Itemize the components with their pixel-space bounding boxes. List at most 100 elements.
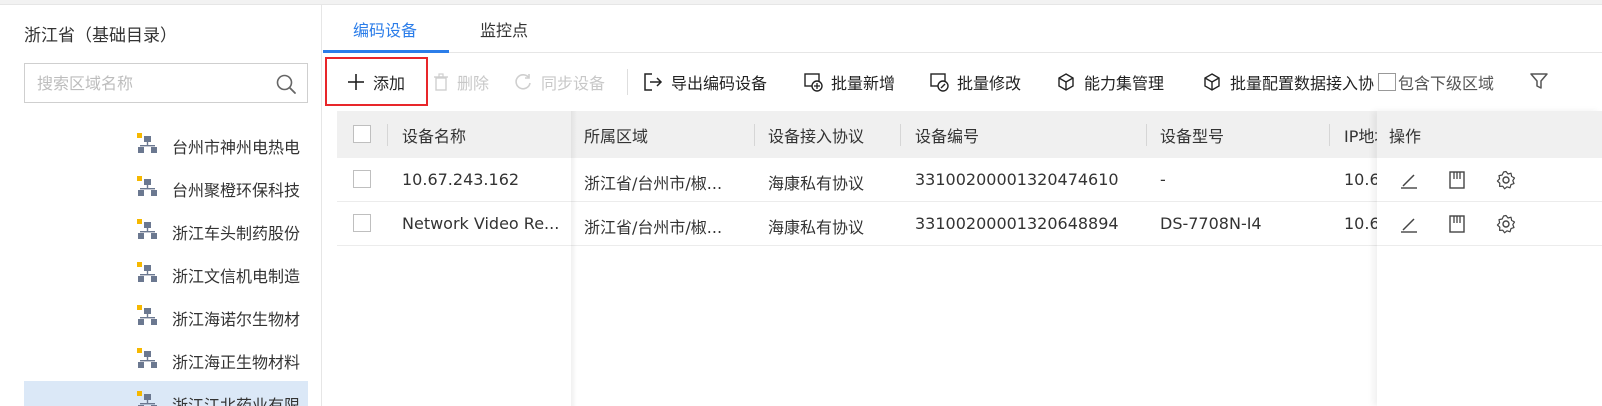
operation-column: 操作 [1377,111,1602,406]
column-divider [900,124,901,146]
column-divider [754,124,755,146]
record-config-icon[interactable] [1447,170,1467,190]
org-node-icon [137,391,157,406]
batch-add-button[interactable]: 批量新增 [803,68,895,96]
tree-item-label: 浙江车头制药股份 [172,224,301,243]
delete-button[interactable]: 删除 [433,68,489,96]
operation-header: 操作 [1377,111,1602,158]
column-model[interactable]: 设备型号 [1160,123,1224,147]
device-table: 设备名称 所属区域 设备接入协议 设备编号 设备型号 IP地址 10.67.24… [337,111,1602,406]
tree-item[interactable]: 浙江文信机电制造 [24,252,308,295]
column-area[interactable]: 所属区域 [584,123,648,147]
toolbar: 添加 删除 同步设备 导出编码设备 批量新增 批量修改 能力集管理 批量配置数据… [323,53,1602,111]
row-checkbox[interactable] [353,214,371,232]
batch-add-icon [804,73,823,92]
column-device-name[interactable]: 设备名称 [402,123,466,147]
column-protocol[interactable]: 设备接入协议 [768,123,864,147]
batch-edit-button-label: 批量修改 [957,74,1022,93]
include-sub-label: 包含下级区域 [1398,74,1495,93]
cell-protocol: 海康私有协议 [768,218,865,237]
select-all-checkbox[interactable] [353,125,371,143]
record-config-icon[interactable] [1447,214,1467,234]
tree-item-label: 浙江海正生物材料 [172,353,301,372]
org-node-icon [137,219,157,239]
region-search-box[interactable] [24,63,308,103]
sync-button[interactable]: 同步设备 [513,68,605,96]
sync-button-label: 同步设备 [541,74,606,93]
add-button-label: 添加 [373,74,406,93]
org-node-icon [137,176,157,196]
column-divider [1146,124,1147,146]
row-checkbox[interactable] [353,170,371,188]
plus-icon [348,74,364,90]
batch-edit-icon [930,73,949,92]
gear-icon[interactable] [1496,170,1516,190]
operation-row [1377,202,1602,246]
export-button-label: 导出编码设备 [671,74,768,93]
tab-monitor-points[interactable]: 监控点 [480,17,528,41]
tree-item-label: 浙江海诺尔生物材 [172,310,301,329]
filter-icon[interactable] [1528,70,1550,92]
tab-encoding-devices[interactable]: 编码设备 [353,17,417,41]
cell-ip: 10.6 [1344,214,1377,233]
org-node-icon [137,348,157,368]
tree-title: 浙江省（基础目录） [24,26,177,46]
device-panel: 编码设备 监控点 添加 删除 同步设备 导出编码设备 批量新增 批量修改 能力集… [323,5,1602,406]
column-operation: 操作 [1389,127,1422,146]
tree-item[interactable]: 浙江海诺尔生物材 [24,295,308,338]
tree-item-label: 浙江江北药业有限 [172,396,301,406]
region-tree-panel: 浙江省（基础目录） 台州市神州电热电 [0,5,322,406]
toolbar-divider [627,69,628,95]
cell-model: - [1160,170,1166,189]
cell-device-name: 10.67.243.162 [402,170,520,189]
cell-model: DS-7708N-I4 [1160,214,1262,233]
tree-item-selected[interactable]: 浙江江北药业有限 [24,381,308,406]
column-divider [1329,124,1330,146]
trash-icon [434,73,448,91]
cell-device-code: 33100200001320474610 [915,170,1119,189]
tree-item[interactable]: 台州聚橙环保科技 [24,166,308,209]
search-icon[interactable] [275,73,297,95]
org-node-icon [137,305,157,325]
cell-protocol: 海康私有协议 [768,174,865,193]
cell-area: 浙江省/台州市/椒... [584,174,723,193]
tree-item[interactable]: 浙江车头制药股份 [24,209,308,252]
region-search-input[interactable] [25,64,265,102]
edit-icon[interactable] [1399,214,1419,234]
batch-add-button-label: 批量新增 [831,74,896,93]
add-button[interactable]: 添加 [347,68,405,96]
cell-area: 浙江省/台州市/椒... [584,218,723,237]
capability-button[interactable]: 能力集管理 [1056,68,1164,96]
column-ip[interactable]: IP地址 [1344,123,1377,147]
include-sub-region[interactable]: 包含下级区域 [1378,69,1494,95]
export-button[interactable]: 导出编码设备 [643,68,767,96]
refresh-icon [515,74,531,90]
batch-config-button[interactable]: 批量配置数据接入协议 [1202,68,1374,96]
export-icon [644,73,663,91]
gear-icon[interactable] [1496,214,1516,234]
org-node-icon [137,262,157,282]
cell-device-name: Network Video Re... [402,214,560,233]
cube-icon [1058,73,1074,91]
tree-item[interactable]: 浙江海正生物材料 [24,338,308,381]
column-divider [387,124,388,146]
app-root: 浙江省（基础目录） 台州市神州电热电 [0,0,1602,406]
batch-config-button-label: 批量配置数据接入协议 [1230,74,1374,93]
operation-row [1377,158,1602,202]
tree-item-label: 浙江文信机电制造 [172,267,301,286]
cell-device-code: 33100200001320648894 [915,214,1119,233]
org-node-icon [137,133,157,153]
tab-bar: 编码设备 监控点 [323,5,1602,53]
tree-item-label: 台州市神州电热电 [172,138,301,157]
edit-icon[interactable] [1399,170,1419,190]
region-tree: 台州市神州电热电 台州聚橙环保科技 浙江车头制药股份 浙江文信机电制造 浙江海诺… [24,123,308,406]
include-sub-checkbox[interactable] [1378,73,1396,91]
cell-ip: 10.6 [1344,170,1377,189]
cube-icon [1204,73,1220,91]
batch-edit-button[interactable]: 批量修改 [929,68,1021,96]
column-device-code[interactable]: 设备编号 [915,123,979,147]
delete-button-label: 删除 [457,74,490,93]
fixed-column-shadow [571,111,577,406]
capability-button-label: 能力集管理 [1084,74,1165,93]
tree-item[interactable]: 台州市神州电热电 [24,123,308,166]
